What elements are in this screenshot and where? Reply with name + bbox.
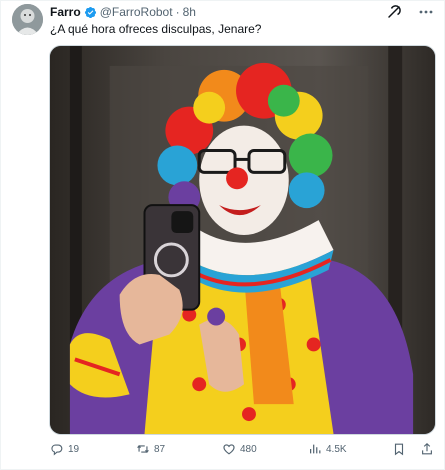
tweet-header: Farro @FarroRobot · 8h [50,4,196,20]
bookmark-icon [394,443,404,456]
verified-badge-icon [84,6,97,19]
clown-photo [50,46,435,434]
tweet-card[interactable]: Farro @FarroRobot · 8h ¿A qué hora ofrec [0,0,445,470]
end-actions [392,442,434,456]
views-icon [310,444,321,454]
author-name[interactable]: Farro [50,5,81,19]
separator-dot: · [175,5,180,19]
avatar[interactable] [12,4,43,35]
reply-count: 19 [68,443,80,455]
views-button[interactable]: 4.5K [308,442,388,456]
tweet-text: ¿A qué hora ofreces disculpas, Jenare? [50,22,262,36]
header-actions [386,4,434,20]
like-button[interactable]: 480 [222,442,308,456]
share-icon [422,442,432,455]
reply-button[interactable]: 19 [50,442,136,456]
heart-icon [223,444,235,455]
more-icon[interactable] [418,4,434,20]
reply-icon [51,444,63,456]
bookmark-button[interactable] [392,442,406,456]
grok-icon[interactable] [386,4,402,20]
retweet-count: 87 [154,443,166,455]
timestamp[interactable]: 8h [183,5,196,19]
views-count: 4.5K [326,443,347,455]
share-button[interactable] [420,442,434,456]
tweet-media-photo[interactable] [49,45,436,435]
retweet-icon [137,445,149,453]
tweet-actions: 19 87 480 4.5K [50,440,434,458]
avatar-image [12,4,43,35]
retweet-button[interactable]: 87 [136,442,222,456]
like-count: 480 [240,443,257,455]
author-handle[interactable]: @FarroRobot [100,5,173,19]
